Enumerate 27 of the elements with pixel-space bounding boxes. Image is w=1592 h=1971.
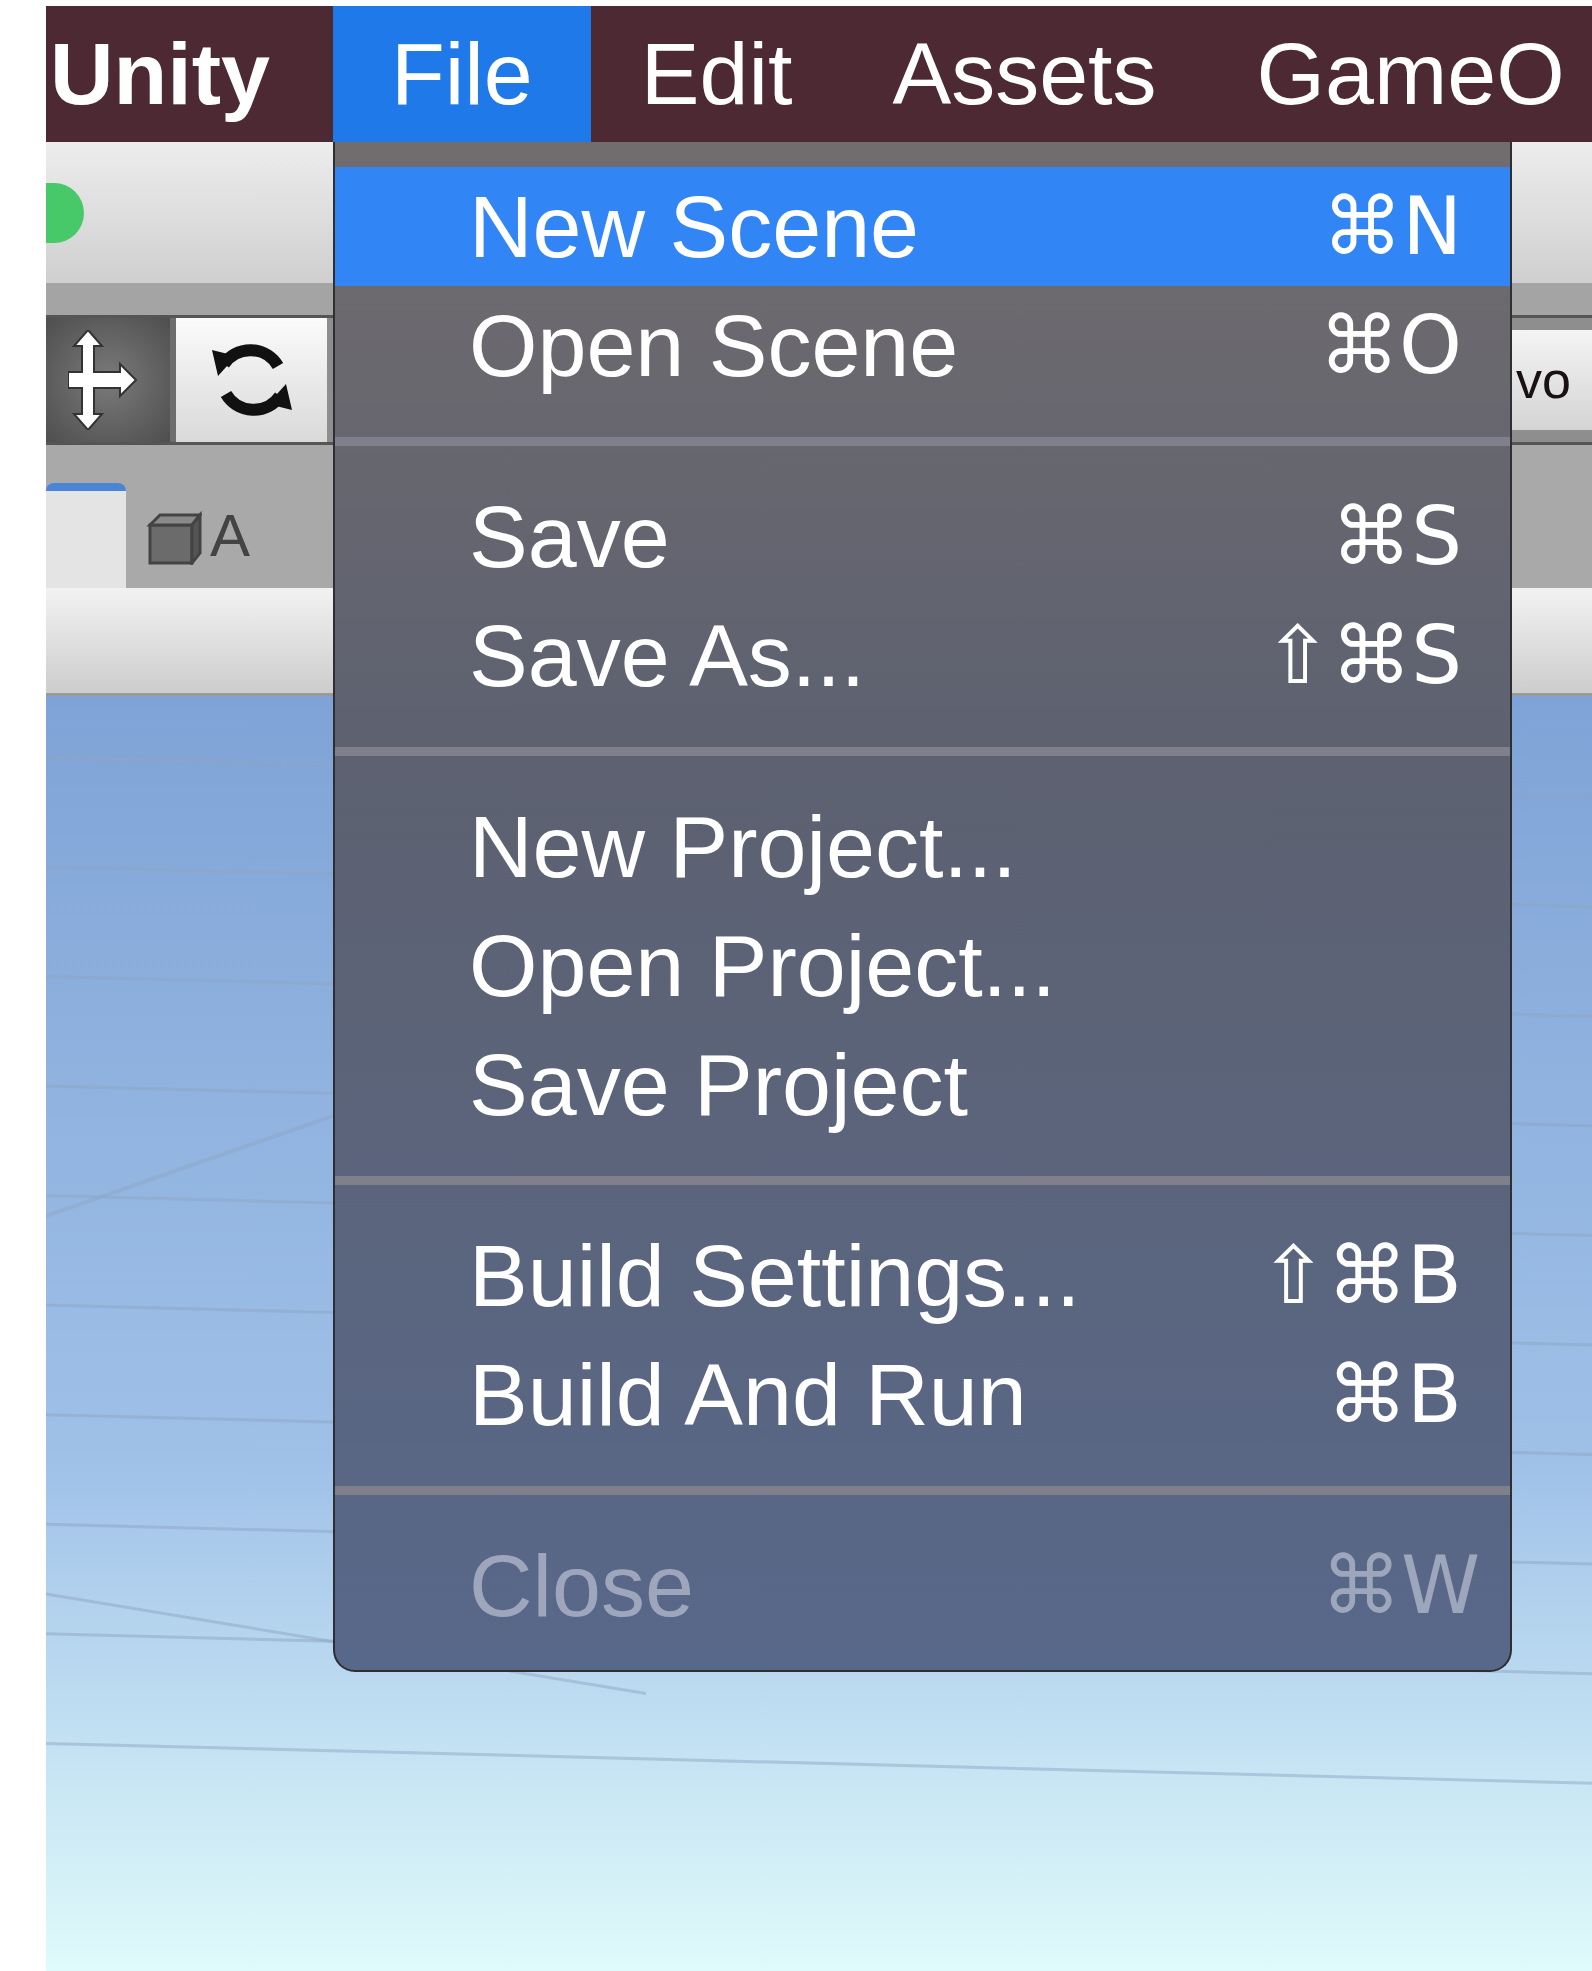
menu-title[interactable]: GameO	[1206, 6, 1565, 142]
shortcut: ⇧⌘B	[1260, 1229, 1462, 1322]
app-menu[interactable]: Unity	[46, 6, 333, 142]
menu-item[interactable]: Build Settings... ⇧⌘B	[335, 1216, 1510, 1335]
menu-title[interactable]: Assets	[842, 6, 1207, 142]
menu-item[interactable]: Build And Run ⌘B	[335, 1335, 1510, 1454]
shortcut: ⌘S	[1331, 490, 1462, 583]
tab-label: A	[210, 501, 251, 570]
shortcut: ⌘O	[1319, 299, 1462, 392]
tab[interactable]: A	[126, 483, 271, 588]
shortcut: ⌘W	[1320, 1539, 1480, 1632]
menu-item[interactable]: New Scene ⌘N	[335, 167, 1510, 286]
menu-title[interactable]: Edit	[590, 6, 843, 142]
shortcut: ⌘N	[1322, 180, 1462, 273]
shortcut: ⌘B	[1327, 1348, 1462, 1441]
toolbar-button[interactable]: vo	[1512, 330, 1592, 430]
move-tool-button[interactable]	[46, 318, 170, 442]
tab[interactable]	[46, 483, 126, 588]
menu-item[interactable]: Open Scene ⌘O	[335, 286, 1510, 405]
menu-item[interactable]: New Project...	[335, 787, 1510, 906]
shortcut: ⇧⌘S	[1264, 609, 1462, 702]
menu-item[interactable]: Save ⌘S	[335, 477, 1510, 596]
rotate-tool-button[interactable]	[170, 318, 327, 442]
menu-title[interactable]: File	[333, 6, 591, 142]
menu-item[interactable]: Save As... ⇧⌘S	[335, 596, 1510, 715]
menu-item[interactable]: Save Project	[335, 1025, 1510, 1144]
menu-item[interactable]: Open Project...	[335, 906, 1510, 1025]
